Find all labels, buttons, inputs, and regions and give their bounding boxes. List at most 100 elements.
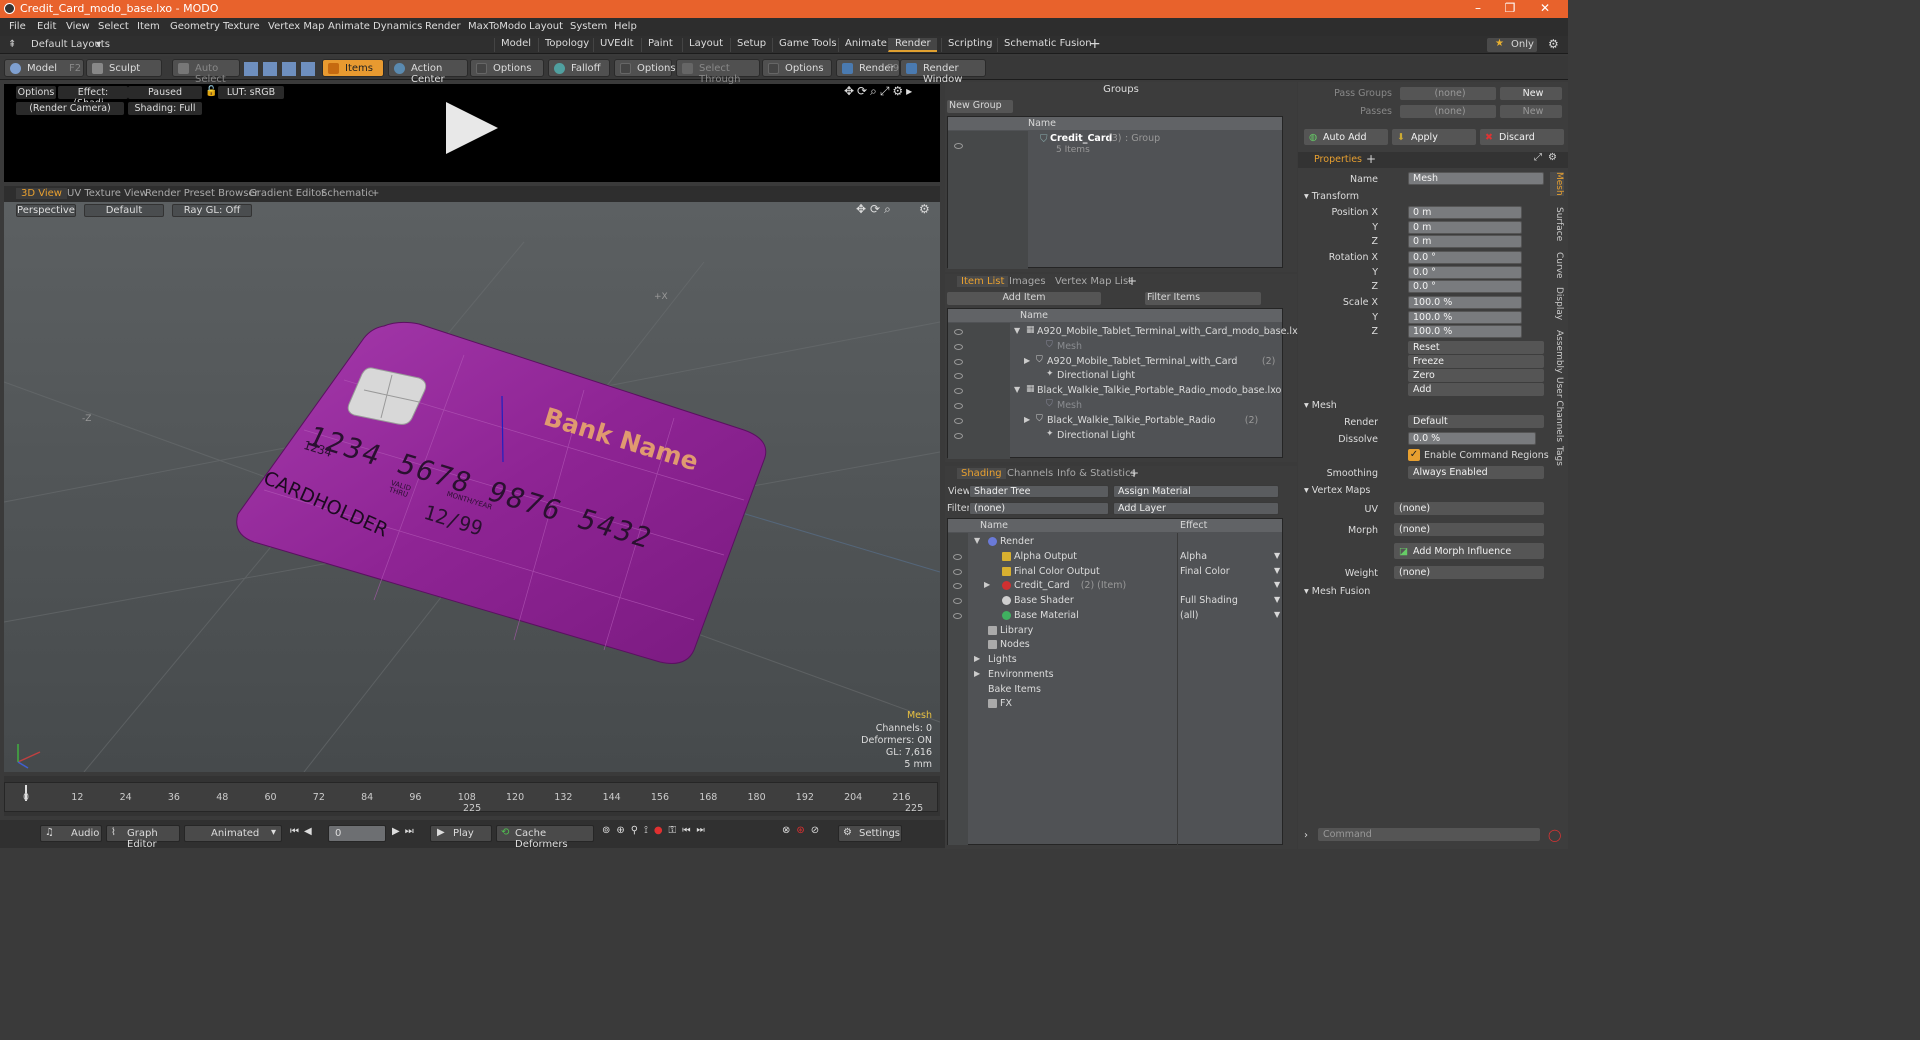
layout-tab-uvedit[interactable]: UVEdit: [593, 38, 640, 52]
action-center-button[interactable]: Action Center: [388, 59, 468, 85]
play-button[interactable]: ▶ Play: [430, 825, 492, 842]
item-list-row[interactable]: A920_Mobile_Tablet_Terminal_with_Card: [1047, 356, 1237, 367]
zero-dropdown[interactable]: Zero: [1408, 369, 1544, 382]
shader-tree-row[interactable]: Nodes: [1000, 639, 1030, 650]
viewport-nav-icons[interactable]: ✥⟳⌕: [856, 202, 895, 217]
shading-default-dropdown[interactable]: Default: [84, 204, 164, 217]
render-dropdown[interactable]: Default: [1408, 415, 1544, 428]
itemlist-tab-images[interactable]: Images: [1009, 276, 1046, 287]
rotation-y-field[interactable]: 0.0 °: [1408, 266, 1522, 279]
items-mode-button[interactable]: Items: [322, 59, 384, 77]
menu-help[interactable]: Help: [614, 21, 637, 32]
item-list-row[interactable]: Mesh: [1057, 400, 1082, 411]
menu-select[interactable]: Select: [98, 21, 129, 32]
menu-vertex-map[interactable]: Vertex Map: [268, 21, 324, 32]
name-field[interactable]: Mesh: [1408, 172, 1544, 185]
gear-icon[interactable]: ⚙: [1548, 152, 1557, 163]
shader-effect[interactable]: Full Shading: [1180, 595, 1238, 606]
preview-effect-dropdown[interactable]: Effect: (Shadi...: [58, 86, 128, 109]
itemlist-tab-item-list[interactable]: Item List: [957, 276, 1009, 287]
filter-items-field[interactable]: Filter Items: [1145, 292, 1261, 305]
item-list-row[interactable]: Directional Light: [1057, 370, 1135, 381]
shader-view-dropdown[interactable]: Shader Tree: [969, 485, 1109, 498]
menu-view[interactable]: View: [66, 21, 90, 32]
layout-tab-topology[interactable]: Topology: [538, 38, 595, 52]
menu-edit[interactable]: Edit: [37, 21, 56, 32]
layout-tab-schematic-fusion[interactable]: Schematic Fusion: [997, 38, 1098, 52]
collapse-icon[interactable]: ▶: [1024, 415, 1030, 424]
add-tab-icon[interactable]: +: [1366, 152, 1376, 166]
eye-icon[interactable]: [953, 612, 962, 619]
shader-tree-row[interactable]: FX: [1000, 698, 1012, 709]
chevron-down-icon[interactable]: ▼: [1274, 580, 1280, 589]
preview-lut-dropdown[interactable]: LUT: sRGB: [218, 86, 284, 99]
expand-icon[interactable]: ▶: [974, 654, 980, 663]
transport-forward-icons[interactable]: ▶⏭: [392, 826, 419, 837]
eye-icon[interactable]: [953, 568, 962, 575]
mesh-section[interactable]: ▾ Mesh: [1304, 400, 1337, 411]
group-item-name[interactable]: Credit_Card: [1050, 133, 1112, 144]
shader-effect[interactable]: Alpha: [1180, 551, 1207, 562]
side-tab-curve[interactable]: Curve: [1550, 252, 1564, 279]
expand-icon[interactable]: ▼: [974, 536, 980, 545]
passes-new-button[interactable]: New: [1500, 105, 1562, 118]
chevron-down-icon[interactable]: ▼: [1274, 566, 1280, 575]
properties-tab[interactable]: Properties: [1314, 154, 1362, 165]
item-list-row[interactable]: Directional Light: [1057, 430, 1135, 441]
frame-field[interactable]: 0: [328, 825, 386, 842]
position-x-field[interactable]: 0 m: [1408, 206, 1522, 219]
add-layer-dropdown[interactable]: Add Layer: [1113, 502, 1279, 515]
menu-texture[interactable]: Texture: [223, 21, 260, 32]
pass-groups-dropdown[interactable]: (none): [1400, 87, 1496, 100]
enable-command-regions-checkbox[interactable]: ✓: [1408, 449, 1420, 461]
eye-icon[interactable]: [954, 403, 963, 409]
shader-filter-dropdown[interactable]: (none): [969, 502, 1109, 515]
eye-icon[interactable]: [954, 343, 963, 350]
only-toggle[interactable]: ★ Only: [1487, 38, 1537, 52]
animated-dropdown[interactable]: Animated ▾: [184, 825, 282, 842]
rotation-x-field[interactable]: 0.0 °: [1408, 251, 1522, 264]
apply-button[interactable]: ⬇ Apply: [1392, 129, 1476, 145]
expand-icon[interactable]: ▼: [1014, 326, 1020, 335]
select-options-button[interactable]: Options: [762, 59, 832, 77]
layout-tab-scripting[interactable]: Scripting: [941, 38, 998, 52]
eye-icon[interactable]: [954, 417, 963, 424]
action-options-button[interactable]: Options: [470, 59, 544, 77]
shading-tab-info-statistics[interactable]: Info & Statistics: [1057, 468, 1136, 479]
side-tab-user-channels[interactable]: User Channels: [1550, 377, 1564, 442]
model-mode-button[interactable]: Model F2: [4, 59, 84, 77]
shader-tree-row[interactable]: Render: [1000, 536, 1034, 547]
uv-dropdown[interactable]: (none): [1394, 502, 1544, 515]
audio-button[interactable]: ♫ Audio: [40, 825, 102, 842]
new-group-button[interactable]: New Group: [947, 100, 1013, 113]
shader-tree-row[interactable]: Library: [1000, 625, 1033, 636]
scale-x-field[interactable]: 100.0 %: [1408, 296, 1522, 309]
item-list-row[interactable]: Mesh: [1057, 341, 1082, 352]
layout-home-icon[interactable]: ⇞: [8, 39, 16, 50]
chevron-down-icon[interactable]: ▼: [1274, 595, 1280, 604]
scale-y-field[interactable]: 100.0 %: [1408, 311, 1522, 324]
selection-mode-icons[interactable]: [244, 62, 320, 76]
eye-icon[interactable]: [953, 598, 962, 604]
collapse-icon[interactable]: ▶: [1024, 356, 1030, 365]
add-tab-icon[interactable]: +: [366, 188, 384, 199]
maximize-icon[interactable]: ❐: [1495, 1, 1525, 17]
preview-controls-icons[interactable]: ✥⟳⌕⤢⚙▸: [844, 84, 915, 99]
layout-tab-paint[interactable]: Paint: [641, 38, 679, 52]
layout-tab-setup[interactable]: Setup: [730, 38, 772, 52]
assign-material-dropdown[interactable]: Assign Material: [1113, 485, 1279, 498]
graph-editor-button[interactable]: ⌇ Graph Editor: [106, 825, 180, 850]
auto-select-button[interactable]: Auto Select: [172, 59, 240, 85]
menu-system[interactable]: System: [570, 21, 607, 32]
preview-paused-button[interactable]: Paused: [128, 86, 202, 99]
item-list-row[interactable]: Black_Walkie_Talkie_Portable_Radio_modo_…: [1037, 385, 1281, 396]
viewport-gear-icon[interactable]: ⚙: [919, 202, 930, 216]
shader-tree-row[interactable]: Alpha Output: [1014, 551, 1077, 562]
3d-viewport[interactable]: Perspective Default Ray GL: Off ✥⟳⌕ ⚙ +X…: [4, 202, 940, 772]
sculpt-button[interactable]: Sculpt: [86, 59, 162, 77]
menu-maxtomodo[interactable]: MaxToModo: [468, 21, 526, 32]
menu-dynamics[interactable]: Dynamics: [373, 21, 422, 32]
layout-tab-animate[interactable]: Animate: [838, 38, 893, 52]
expand-icon[interactable]: ▶: [974, 669, 980, 678]
side-tab-mesh[interactable]: Mesh: [1550, 172, 1564, 196]
